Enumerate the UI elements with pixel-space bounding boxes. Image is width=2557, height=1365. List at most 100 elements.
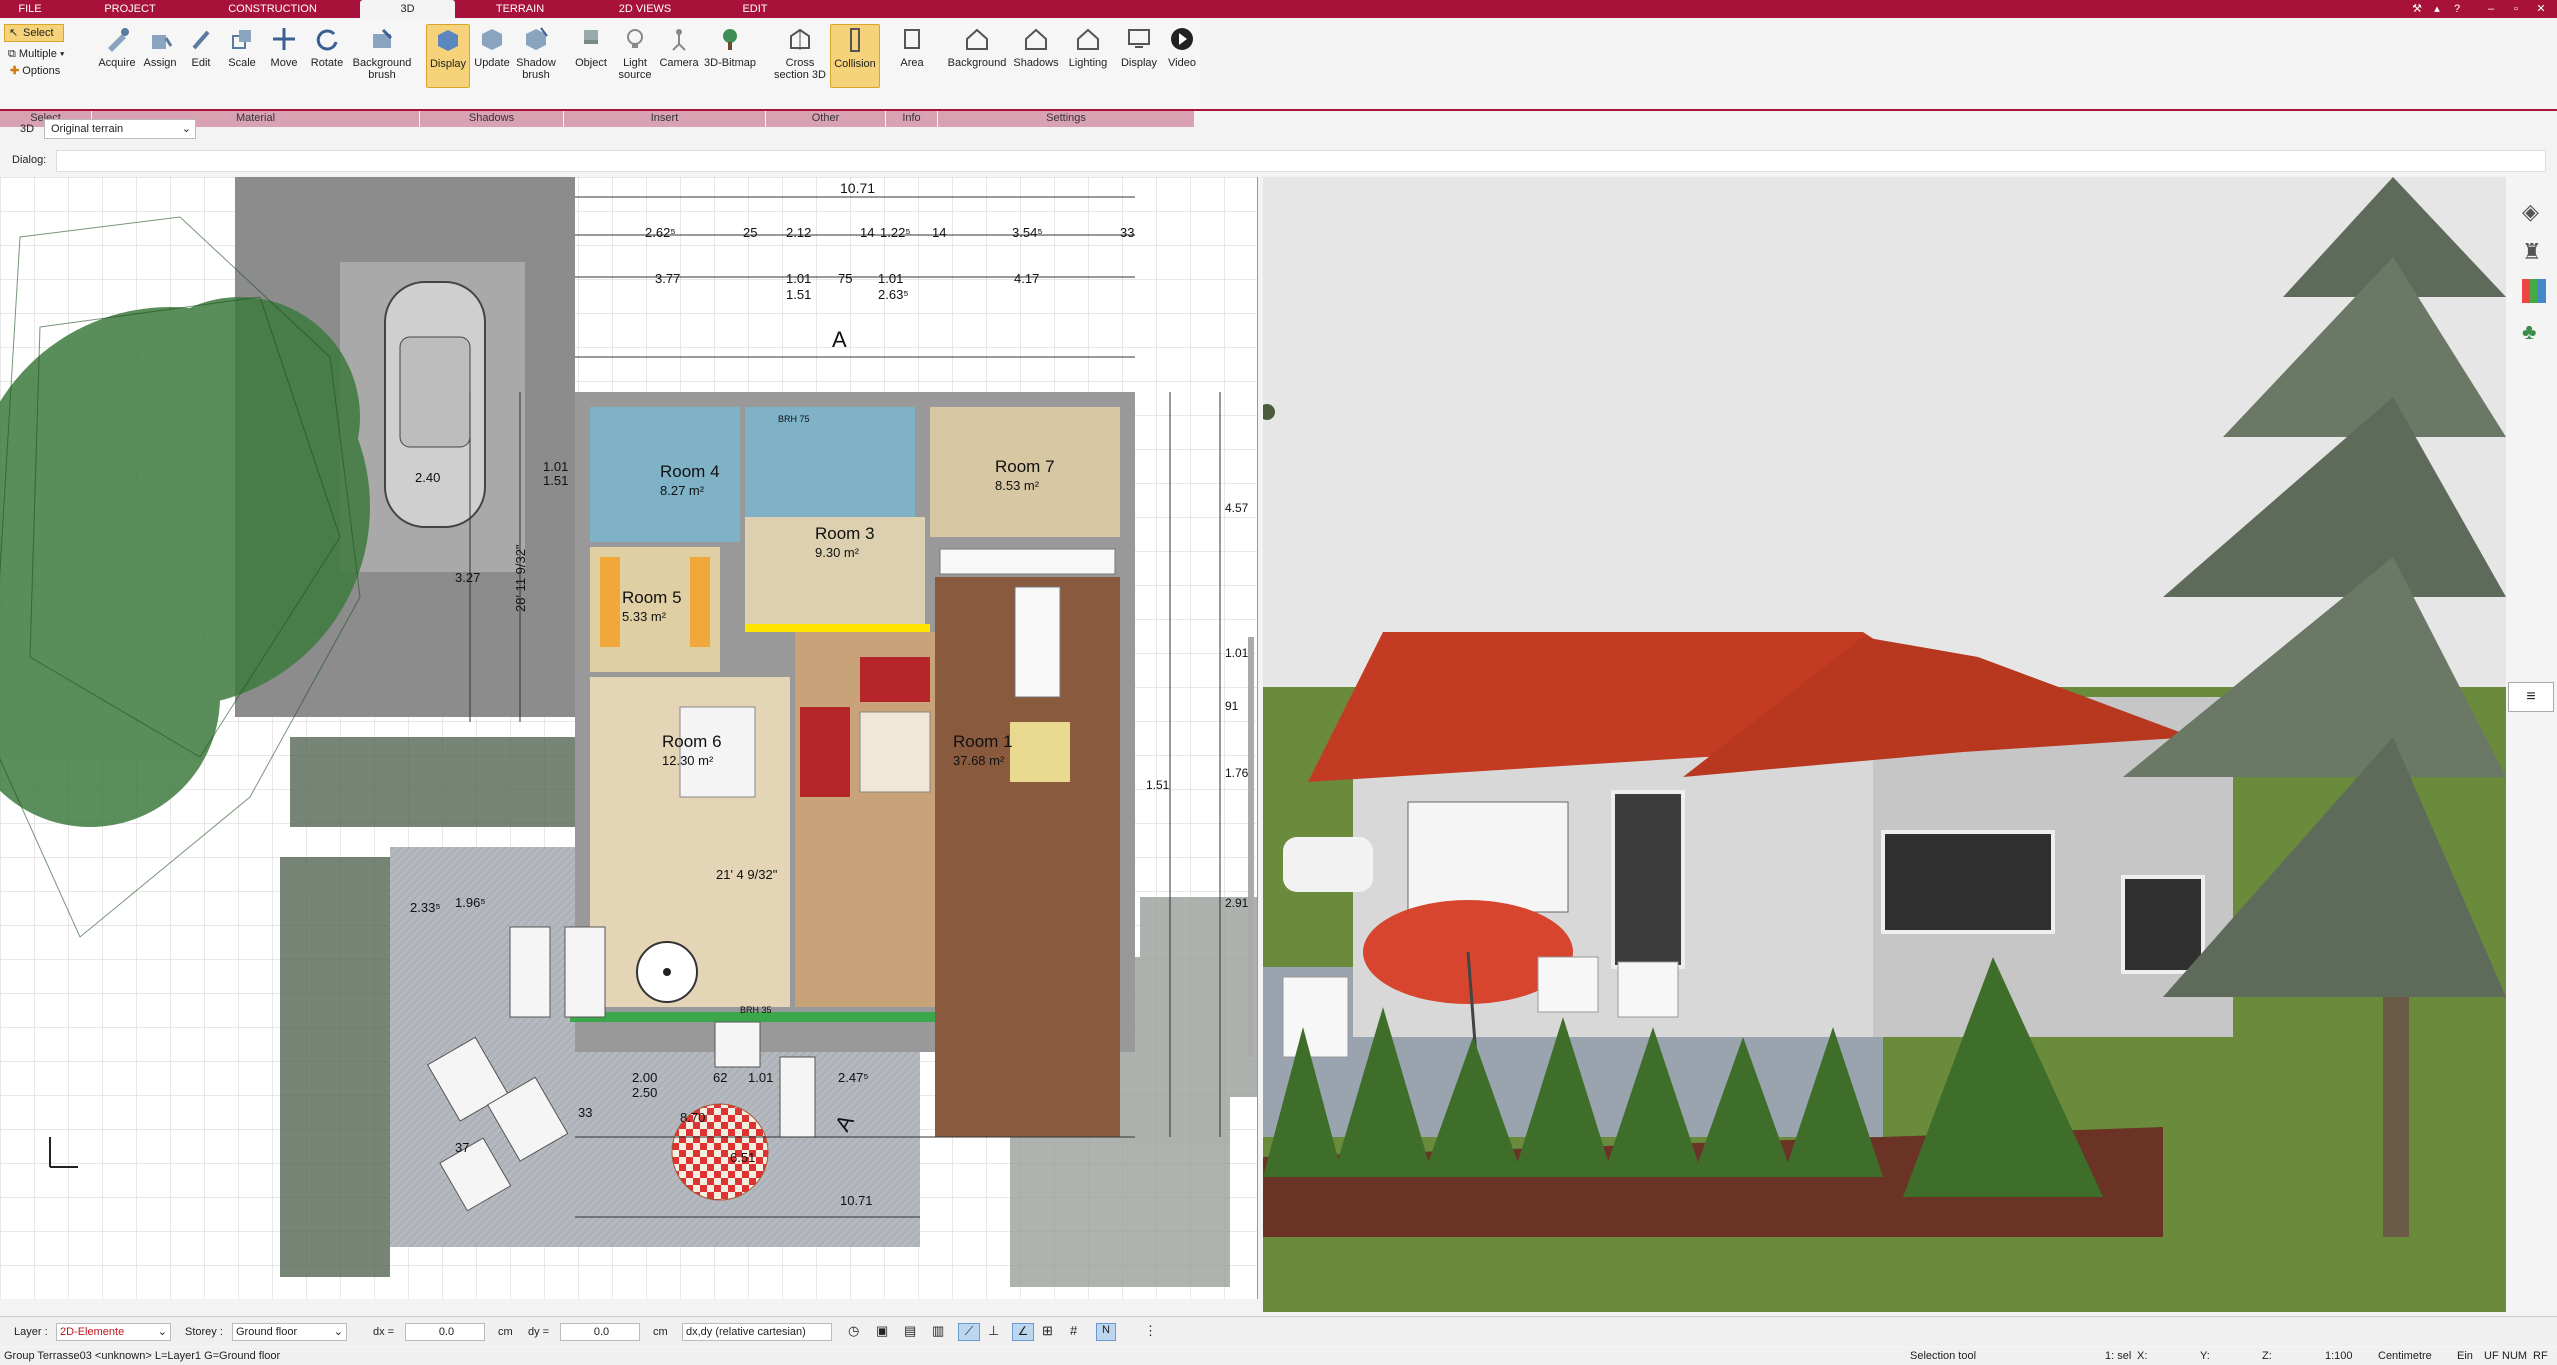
background-button[interactable]: Background <box>944 24 1010 88</box>
tab-2d-views[interactable]: 2D VIEWS <box>595 0 695 18</box>
display-shadows-button[interactable]: Display <box>426 24 470 88</box>
round-table-center <box>663 968 671 976</box>
maximize-icon[interactable]: ▫ <box>2507 1 2525 17</box>
collision-button[interactable]: Collision <box>830 24 880 88</box>
background-brush-icon <box>367 24 397 54</box>
options-button[interactable]: ✚ Options <box>10 64 60 77</box>
light-source-button[interactable]: Light source <box>612 24 658 88</box>
floor-plan-view[interactable]: 10.71 2.62⁵ 25 2.12 14 1.22⁵ 14 3.54⁵ 33… <box>0 177 1258 1299</box>
insert-mode-label: Ein <box>2457 1350 2473 1362</box>
dim-left-2: 2.40 <box>415 470 440 485</box>
shadows-settings-button[interactable]: Shadows <box>1010 24 1062 88</box>
tab-file[interactable]: FILE <box>0 0 60 18</box>
dim-terrace-8: 2.47⁵ <box>838 1070 869 1085</box>
dim-top-15: 2.63⁵ <box>878 287 909 302</box>
acquire-button[interactable]: Acquire <box>95 24 139 88</box>
dialog-input[interactable] <box>56 150 2546 172</box>
ortho-icon[interactable]: ⊞ <box>1042 1323 1053 1339</box>
dim-top-10: 1.01 <box>786 271 811 286</box>
area-button[interactable]: Area <box>890 24 934 88</box>
tab-construction[interactable]: CONSTRUCTION <box>215 0 330 18</box>
snap-active-icon[interactable]: ⟋ <box>958 1323 980 1341</box>
furniture-icon[interactable]: ♜ <box>2522 239 2542 265</box>
snap-midpoint-icon[interactable]: ▥ <box>932 1323 944 1339</box>
panel-toggle-icon[interactable]: ≡ <box>2508 682 2554 712</box>
storey-select[interactable]: Ground floor⌄ <box>232 1323 347 1341</box>
umbrella-dim-2: 8.70 <box>680 1110 705 1125</box>
help-icon[interactable]: ? <box>2448 1 2466 17</box>
camera-button[interactable]: Camera <box>658 24 700 88</box>
move-icon <box>269 24 299 54</box>
plants-icon[interactable]: ♣ <box>2522 319 2536 345</box>
grid-icon[interactable]: # <box>1070 1323 1077 1338</box>
house-light-icon <box>1073 24 1103 54</box>
dy-input[interactable]: 0.0 <box>560 1323 640 1341</box>
snap-line-icon[interactable]: ▤ <box>904 1323 916 1339</box>
tab-3d[interactable]: 3D <box>360 0 455 18</box>
more-icon[interactable]: ⋮ <box>1144 1323 1157 1339</box>
terrain-select[interactable]: Original terrain ⌄ <box>44 119 196 139</box>
menu-tab-bar: FILE PROJECT CONSTRUCTION 3D TERRAIN 2D … <box>0 0 2557 18</box>
section-marker-top: A <box>832 327 847 352</box>
input-status-bar: Layer : 2D-Elemente⌄ Storey : Ground flo… <box>0 1316 2557 1346</box>
scale-button[interactable]: Scale <box>221 24 263 88</box>
lighting-button[interactable]: Lighting <box>1062 24 1114 88</box>
tab-edit[interactable]: EDIT <box>720 0 790 18</box>
room-5-name: Room 5 <box>622 588 682 607</box>
rotate-button[interactable]: Rotate <box>305 24 349 88</box>
3d-view-canvas[interactable] <box>1263 177 2506 1312</box>
tab-project[interactable]: PROJECT <box>90 0 170 18</box>
room-7-name: Room 7 <box>995 457 1055 476</box>
chevron-down-icon: ⌄ <box>158 1324 167 1340</box>
selection-info: Group Terrasse03 <unknown> L=Layer1 G=Gr… <box>4 1350 280 1362</box>
3d-bitmap-button[interactable]: 3D-Bitmap <box>700 24 760 88</box>
coffee-table <box>860 712 930 792</box>
snap-point-icon[interactable]: ▣ <box>876 1323 888 1339</box>
floor-plan-canvas[interactable]: 10.71 2.62⁵ 25 2.12 14 1.22⁵ 14 3.54⁵ 33… <box>0 177 1258 1299</box>
plan-scrollbar[interactable] <box>1248 637 1254 1057</box>
clock-icon[interactable]: ◷ <box>848 1323 859 1339</box>
shadow-brush-button[interactable]: Shadow brush <box>514 24 558 88</box>
3d-view[interactable] <box>1263 177 2506 1312</box>
cursor-icon: ↖ <box>9 25 18 41</box>
assign-button[interactable]: Assign <box>139 24 181 88</box>
kitchen-counter <box>1015 587 1060 697</box>
window-right <box>1883 832 2053 932</box>
dim-terrace-2: 2.33⁵ <box>410 900 441 915</box>
dim-terrace-10: 33 <box>578 1105 592 1120</box>
dy-unit: cm <box>653 1326 668 1338</box>
multiple-dropdown[interactable]: ⧉ Multiple ▾ <box>8 48 65 61</box>
pin-icon[interactable]: ▴ <box>2428 1 2446 17</box>
tools-icon[interactable]: ⚒ <box>2408 1 2426 17</box>
cross-section-3d-button[interactable]: Cross section 3D <box>772 24 828 88</box>
dy-label: dy = <box>528 1326 549 1338</box>
dim-top-14: 1.51 <box>786 287 811 302</box>
tab-terrain[interactable]: TERRAIN <box>480 0 560 18</box>
update-shadows-button[interactable]: Update <box>470 24 514 88</box>
dx-input[interactable]: 0.0 <box>405 1323 485 1341</box>
area-icon <box>897 24 927 54</box>
object-button[interactable]: Object <box>570 24 612 88</box>
layers-icon[interactable]: ◈ <box>2522 199 2539 225</box>
move-button[interactable]: Move <box>263 24 305 88</box>
room-3-name: Room 3 <box>815 524 875 543</box>
room-6-name: Room 6 <box>662 732 722 751</box>
edit-material-button[interactable]: Edit <box>181 24 221 88</box>
display-settings-button[interactable]: Display <box>1114 24 1164 88</box>
coordinate-mode-select[interactable]: dx,dy (relative cartesian) <box>682 1323 832 1341</box>
close-icon[interactable]: ✕ <box>2532 1 2550 17</box>
video-button[interactable]: Video <box>1164 24 1200 88</box>
materials-icon[interactable] <box>2522 279 2546 303</box>
north-icon[interactable]: N <box>1096 1323 1116 1341</box>
snap-angle-icon[interactable]: ∠ <box>1012 1323 1034 1341</box>
dim-right-1: 4.57 <box>1225 501 1249 515</box>
sofa <box>800 707 850 797</box>
layer-select[interactable]: 2D-Elemente⌄ <box>56 1323 171 1341</box>
select-button[interactable]: ↖ Select <box>4 24 64 42</box>
minimize-icon[interactable]: – <box>2482 1 2500 17</box>
shadow-brush-icon <box>521 24 551 54</box>
background-brush-button[interactable]: Background brush <box>349 24 415 88</box>
wardrobe <box>600 557 620 647</box>
paint-bucket-icon <box>145 24 175 54</box>
snap-perpendicular-icon[interactable]: ⊥ <box>988 1323 999 1339</box>
